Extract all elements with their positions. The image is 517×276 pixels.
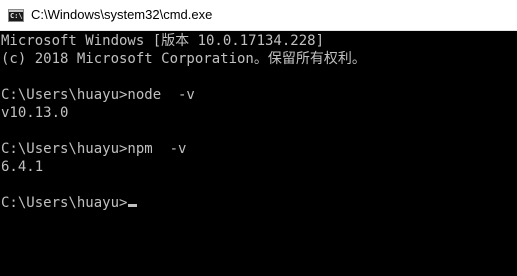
text-cursor: [128, 204, 138, 207]
console-output[interactable]: Microsoft Windows [版本 10.0.17134.228] (c…: [0, 31, 517, 276]
cmd-window: C:\ C:\Windows\system32\cmd.exe Microsof…: [0, 0, 517, 276]
title-bar[interactable]: C:\ C:\Windows\system32\cmd.exe: [0, 0, 517, 31]
console-line-npm-output: 6.4.1: [1, 159, 44, 175]
console-line-node-command: C:\Users\huayu>node -v: [1, 87, 195, 103]
cmd-icon[interactable]: C:\: [8, 9, 24, 22]
console-line-copyright: (c) 2018 Microsoft Corporation。保留所有权利。: [1, 51, 366, 67]
window-title: C:\Windows\system32\cmd.exe: [31, 7, 213, 22]
console-prompt-line[interactable]: C:\Users\huayu>: [1, 194, 138, 212]
console-line-npm-command: C:\Users\huayu>npm -v: [1, 141, 187, 157]
console-line-version: Microsoft Windows [版本 10.0.17134.228]: [1, 33, 325, 49]
console-line-node-output: v10.13.0: [1, 105, 69, 121]
cmd-icon-glyph: C:\: [10, 12, 23, 20]
console-prompt: C:\Users\huayu>: [1, 195, 128, 211]
